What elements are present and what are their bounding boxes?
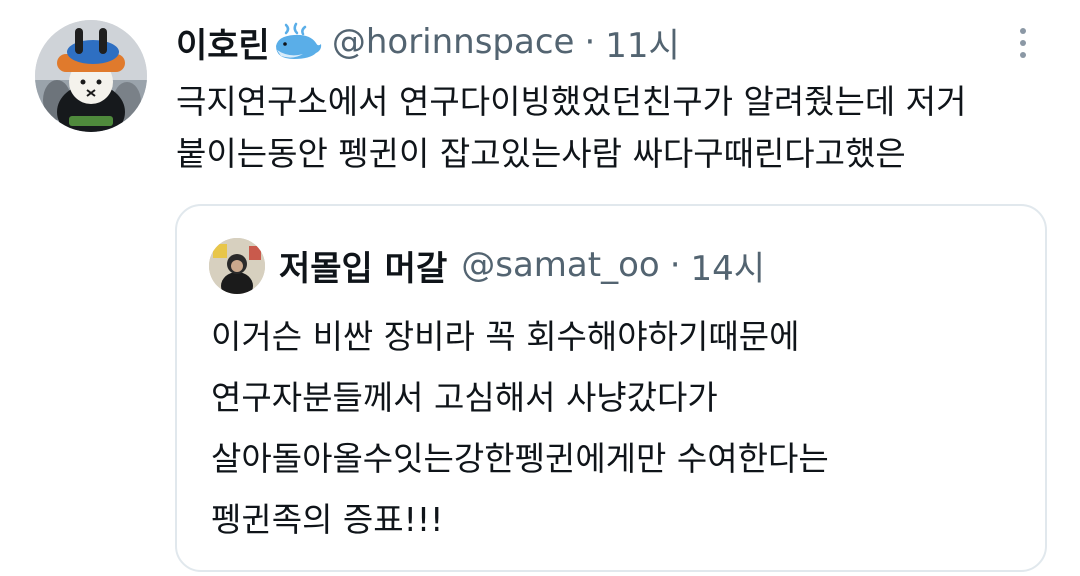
more-dot: [1020, 40, 1026, 46]
tweet-text-line: 붙이는동안 펭귄이 잡고있는사람 싸다구때린다고했은: [176, 134, 906, 173]
more-vertical-icon[interactable]: [1008, 22, 1038, 64]
quoted-text-line: 펭귄족의 증표!!!: [211, 500, 444, 539]
whale-icon: [272, 22, 322, 62]
quoted-tweet-header: 저몰입 머갈 @samat_oo · 14시: [279, 236, 765, 294]
quoted-tweet-card[interactable]: 저몰입 머갈 @samat_oo · 14시 이거슨 비싼 장비라 꼭 회수해야…: [175, 204, 1047, 572]
quoted-text-line: 살아돌아올수잇는강한펭귄에게만 수여한다는: [211, 439, 829, 478]
quoted-author-avatar[interactable]: [209, 238, 265, 294]
quoted-header-separator: ·: [669, 245, 681, 285]
more-dot: [1020, 52, 1026, 58]
tweet-text: 극지연구소에서 연구다이빙했었던친구가 알려줬는데 저거 붙이는동안 펭귄이 잡…: [176, 76, 1056, 180]
quoted-author-handle[interactable]: @samat_oo: [461, 245, 659, 285]
avatar-image: [35, 20, 147, 132]
quoted-avatar-image: [209, 238, 265, 294]
author-handle[interactable]: @horinnspace: [332, 22, 575, 62]
quoted-tweet-text: 이거슨 비싼 장비라 꼭 회수해야하기때문에 연구자분들께서 고심해서 사냥갔다…: [211, 306, 1031, 550]
quoted-text-line: 이거슨 비싼 장비라 꼭 회수해야하기때문에: [211, 317, 800, 356]
quoted-author-display-name[interactable]: 저몰입 머갈: [279, 241, 447, 290]
tweet-header: 이호린 @horinnspace · 11시: [176, 14, 680, 70]
tweet-timestamp[interactable]: 11시: [605, 18, 680, 67]
author-display-name[interactable]: 이호린: [176, 18, 270, 67]
more-dot: [1020, 28, 1026, 34]
header-separator: ·: [584, 22, 596, 62]
quoted-text-line: 연구자분들께서 고심해서 사냥갔다가: [211, 378, 718, 417]
tweet-text-line: 극지연구소에서 연구다이빙했었던친구가 알려줬는데 저거: [176, 82, 967, 121]
quoted-tweet-timestamp[interactable]: 14시: [691, 241, 766, 290]
tweet[interactable]: 이호린 @horinnspace · 11시 극지연구소에서 연구다이빙했었던친…: [0, 0, 1080, 576]
author-avatar[interactable]: [35, 20, 147, 132]
